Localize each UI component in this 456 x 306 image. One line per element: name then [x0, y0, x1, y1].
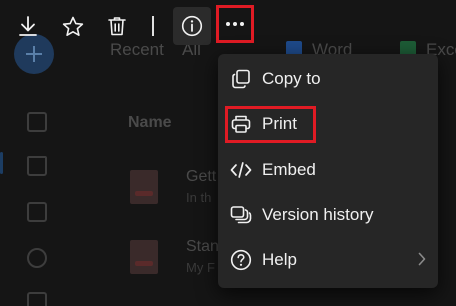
menu-item-version-history[interactable]: Version history [230, 198, 426, 232]
home-icon [27, 156, 47, 176]
file-subtitle: My F [186, 260, 215, 275]
info-icon [181, 15, 203, 37]
rail-selection-indicator [0, 152, 3, 174]
people-icon [27, 248, 47, 268]
menu-item-copy-to[interactable]: Copy to [230, 62, 426, 96]
star-rail-icon [27, 292, 47, 306]
file-subtitle: In th [186, 190, 212, 205]
download-button[interactable] [14, 7, 42, 45]
print-highlight-box [225, 106, 316, 143]
column-header-name: Name [128, 114, 172, 131]
info-button[interactable] [173, 7, 211, 45]
menu-item-label: Help [262, 250, 297, 269]
copy-icon [230, 68, 252, 90]
menu-item-label: Version history [262, 205, 374, 224]
file-title: Gett [186, 168, 217, 185]
file-title: Stan [186, 238, 219, 255]
create-icon [27, 112, 47, 132]
embed-icon [230, 159, 252, 181]
pdf-file-icon [130, 170, 158, 204]
download-icon [19, 16, 37, 36]
folder-icon [27, 202, 47, 222]
delete-button[interactable] [104, 7, 130, 45]
menu-item-label: Copy to [262, 69, 321, 88]
menu-item-embed[interactable]: Embed [230, 153, 426, 187]
chevron-right-icon [418, 252, 426, 266]
more-options-menu: Copy to Print Embed Version history Help [218, 54, 438, 288]
star-icon [62, 16, 84, 36]
help-icon [230, 249, 252, 271]
menu-item-label: Embed [262, 160, 316, 179]
menu-item-help[interactable]: Help [230, 243, 426, 277]
more-options-button[interactable] [216, 5, 254, 43]
version-history-icon [230, 204, 252, 226]
toolbar-divider [152, 16, 154, 36]
pdf-file-icon [130, 240, 158, 274]
favorite-button[interactable] [58, 7, 88, 45]
trash-icon [108, 17, 126, 36]
more-icon [226, 22, 244, 26]
